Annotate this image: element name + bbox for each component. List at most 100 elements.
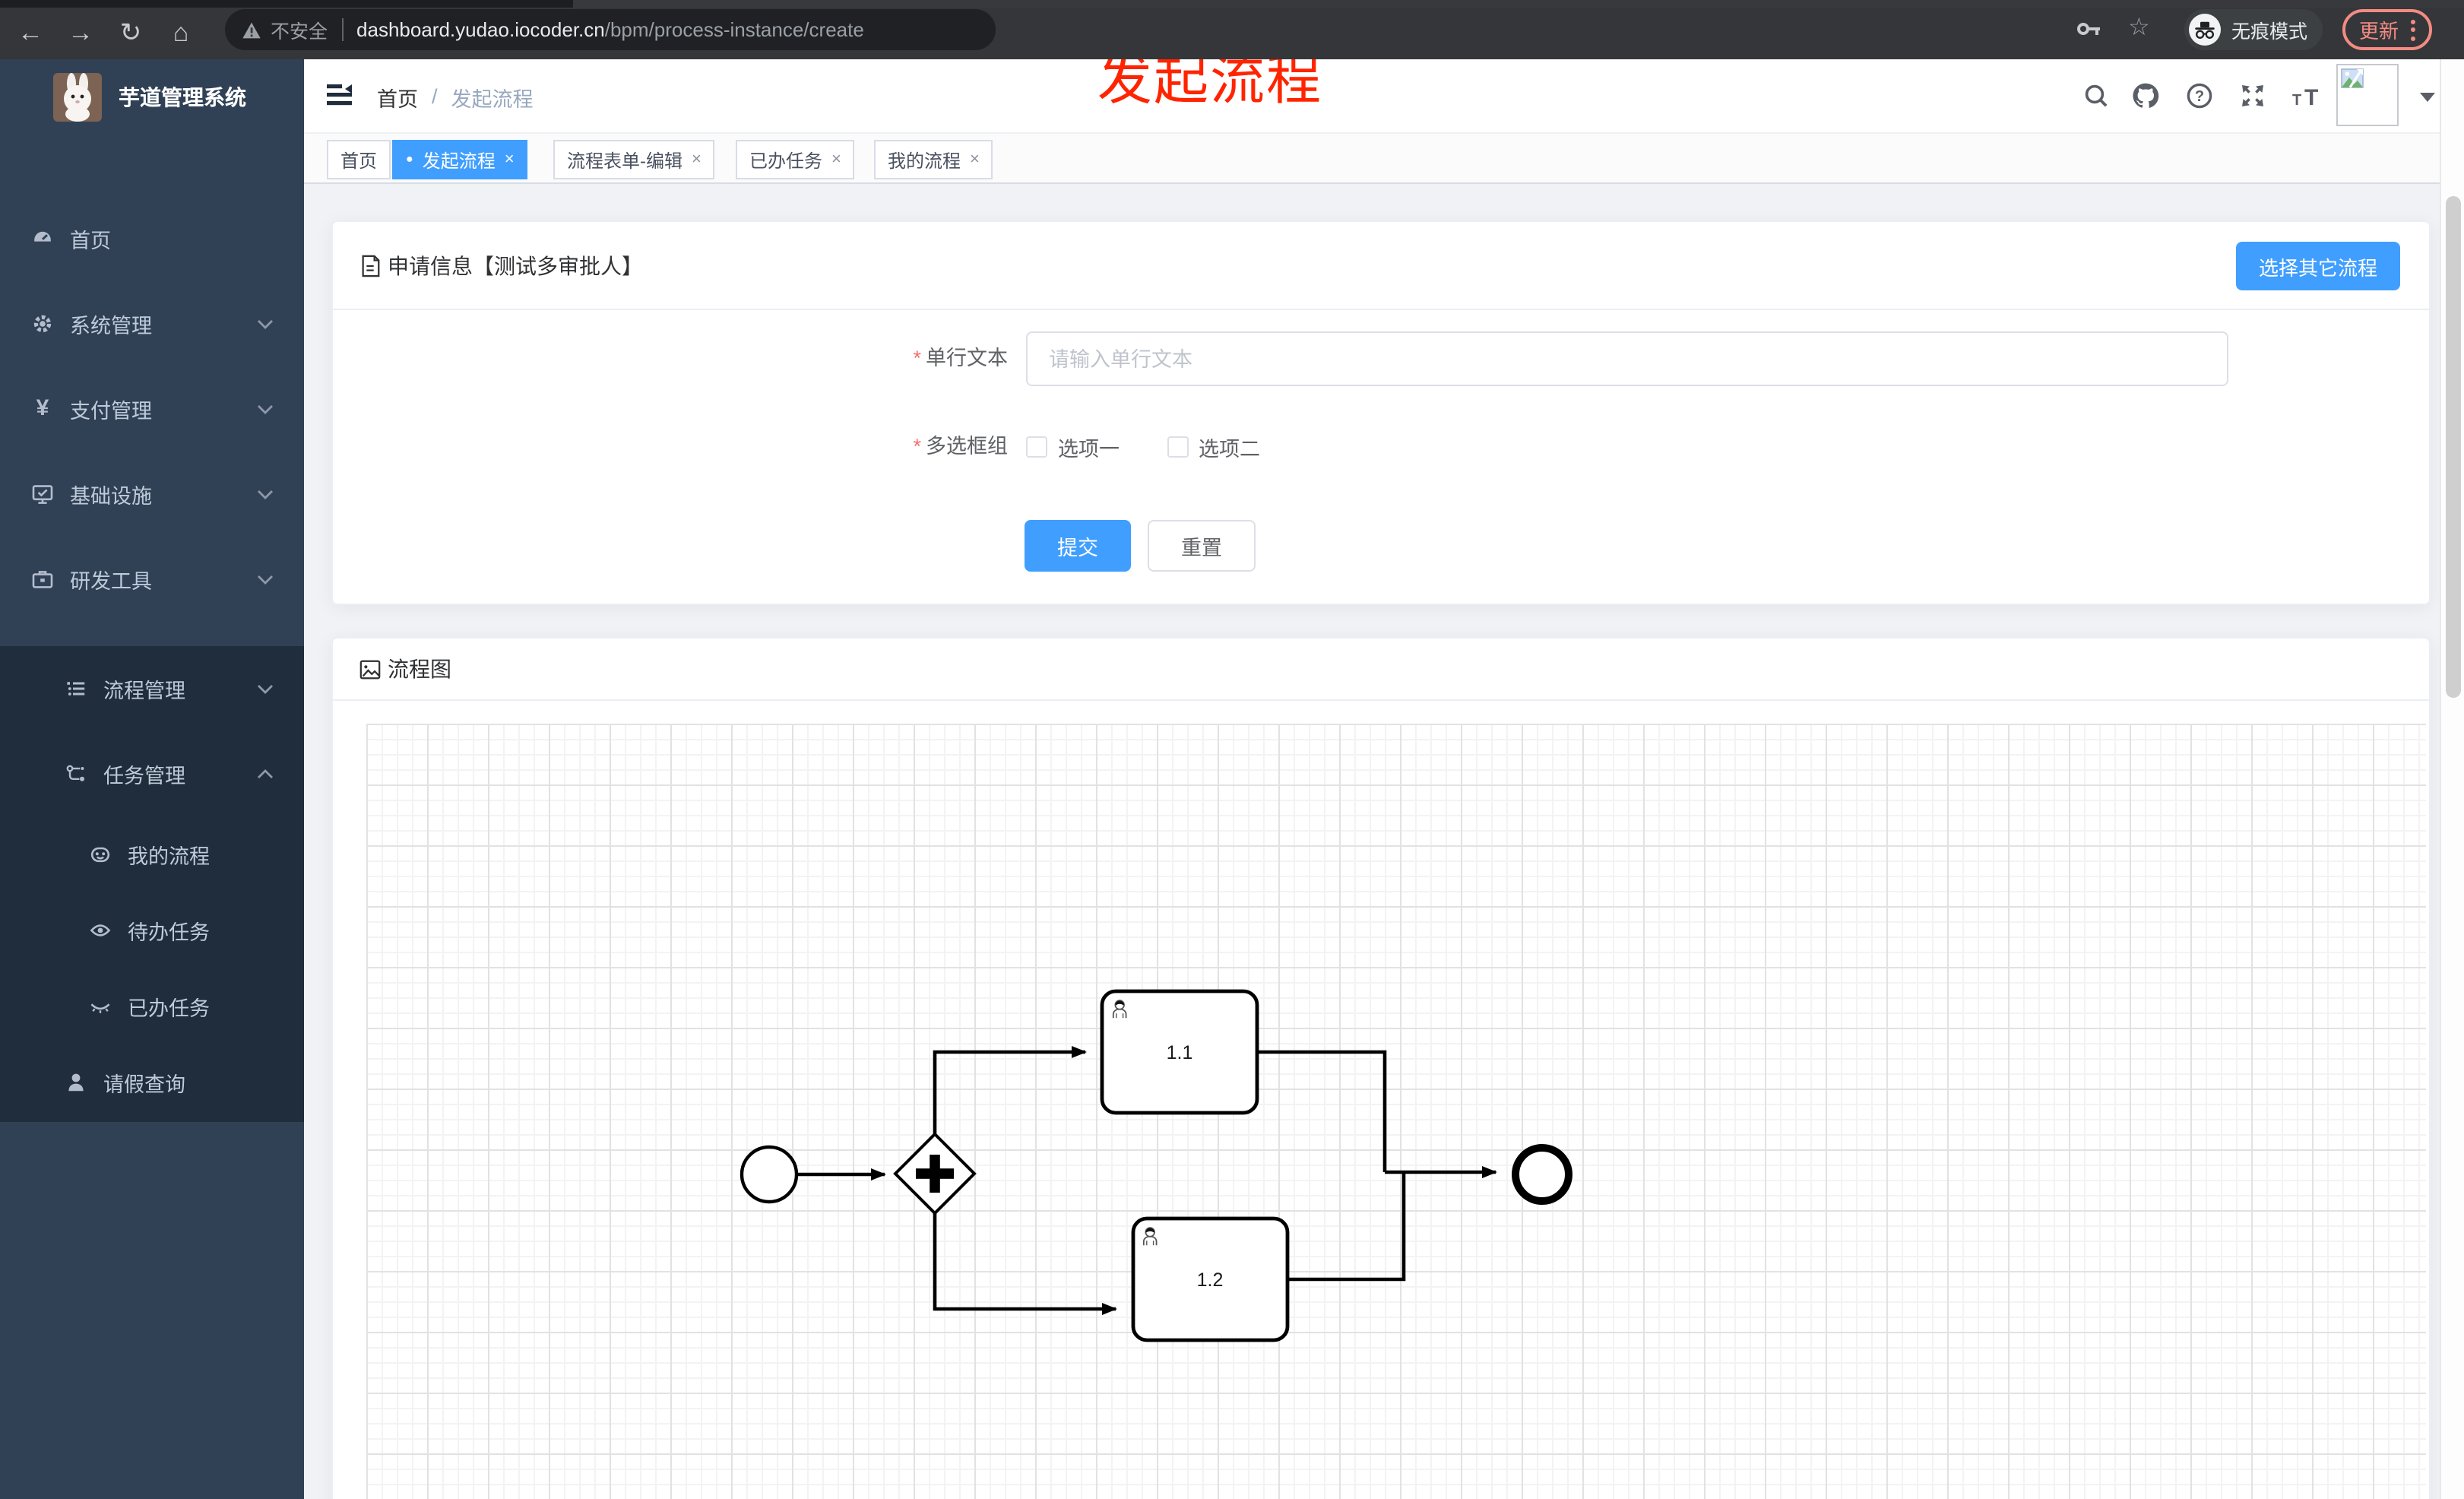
checkbox-label: 选项一 xyxy=(1058,438,1120,461)
breadcrumb-home[interactable]: 首页 xyxy=(377,81,418,112)
checkbox-option-2[interactable]: 选项二 xyxy=(1167,432,1260,462)
sidebar-item-todo-tasks[interactable]: 待办任务 xyxy=(0,892,304,968)
app-navbar: 首页 / 发起流程 ? TT xyxy=(304,59,2440,134)
checkbox-icon[interactable] xyxy=(1026,436,1047,458)
document-icon xyxy=(359,253,382,277)
eye-icon xyxy=(88,918,112,943)
active-dot-icon: ● xyxy=(406,152,413,166)
sidebar-item-home[interactable]: 首页 xyxy=(0,196,304,281)
user-task-2[interactable]: 1.2 xyxy=(1131,1216,1290,1342)
sidebar-item-label: 系统管理 xyxy=(70,315,152,338)
fullscreen-icon[interactable] xyxy=(2239,82,2266,109)
apply-info-card: 申请信息【测试多审批人】 选择其它流程 *单行文本 *多选框组 选项一 选项二 … xyxy=(331,220,2431,605)
tab-my-process[interactable]: 我的流程 × xyxy=(874,140,993,179)
close-icon[interactable]: × xyxy=(505,151,515,169)
tab-process-form-edit[interactable]: 流程表单-编辑 × xyxy=(553,140,715,179)
page: 发起流程 ← → ↻ ⌂ 不安全 dashboard.yudao.iocoder… xyxy=(0,0,2464,1499)
help-icon[interactable]: ? xyxy=(2186,82,2213,109)
close-icon[interactable]: × xyxy=(831,151,841,169)
field-label: 多选框组 xyxy=(926,435,1008,458)
close-icon[interactable]: × xyxy=(970,151,980,169)
end-event[interactable] xyxy=(1512,1144,1572,1205)
tab-label: 已办任务 xyxy=(749,150,823,171)
address-bar[interactable]: 不安全 dashboard.yudao.iocoder.cn/bpm/proce… xyxy=(225,9,996,50)
browser-update-button[interactable]: 更新 xyxy=(2342,9,2433,50)
sidebar-item-infrastructure[interactable]: 基础设施 xyxy=(0,452,304,537)
sidebar-item-label: 基础设施 xyxy=(70,485,152,508)
page-scrollbar[interactable] xyxy=(2440,59,2464,1499)
tab-home[interactable]: 首页 xyxy=(327,140,391,179)
logo-rabbit-image xyxy=(53,73,102,122)
sidebar-item-label: 首页 xyxy=(70,230,111,252)
tab-label: 我的流程 xyxy=(888,150,961,171)
flow-gateway-to-task2 xyxy=(933,1212,1117,1315)
svg-text:T: T xyxy=(2292,92,2301,108)
tab-start-process[interactable]: ● 发起流程 × xyxy=(392,140,528,179)
eye-closed-icon xyxy=(88,994,112,1019)
user-task-1[interactable]: 1.1 xyxy=(1100,989,1259,1115)
browser-home-button[interactable]: ⌂ xyxy=(166,18,196,49)
checkbox-option-1[interactable]: 选项一 xyxy=(1026,432,1120,462)
sidebar-item-label: 我的流程 xyxy=(128,845,210,868)
pipeline-icon xyxy=(64,762,88,786)
gear-icon xyxy=(30,312,55,336)
text-size-icon[interactable]: TT xyxy=(2292,84,2326,108)
tags-bar: 首页 ● 发起流程 × 流程表单-编辑 × 已办任务 × 我的流程 × xyxy=(304,134,2440,184)
start-event[interactable] xyxy=(740,1145,799,1204)
sidebar-collapse-icon[interactable] xyxy=(327,84,353,106)
task-label: 1.2 xyxy=(1197,1269,1224,1291)
reset-button[interactable]: 重置 xyxy=(1148,520,1256,572)
sidebar-item-system[interactable]: 系统管理 xyxy=(0,281,304,366)
parallel-gateway[interactable] xyxy=(893,1132,977,1215)
close-icon[interactable]: × xyxy=(692,151,702,169)
app-title: 芋道管理系统 xyxy=(119,85,246,109)
browser-forward-button[interactable]: → xyxy=(65,18,96,49)
list-icon xyxy=(64,677,88,701)
bpmn-canvas[interactable]: 1.1 1.2 xyxy=(366,724,2426,1499)
flow-task1-out xyxy=(1257,1050,1387,1172)
browser-reload-button[interactable]: ↻ xyxy=(116,18,146,49)
github-icon[interactable] xyxy=(2131,82,2160,109)
chevron-up-icon xyxy=(257,769,274,780)
url-path: /bpm/process-instance/create xyxy=(604,18,864,41)
submit-button[interactable]: 提交 xyxy=(1025,520,1131,572)
tab-done-tasks[interactable]: 已办任务 × xyxy=(736,140,855,179)
not-secure-label: 不安全 xyxy=(271,21,328,43)
chevron-down-icon xyxy=(257,404,274,415)
yen-icon: ¥ xyxy=(36,395,49,421)
diagram-card-header: 流程图 xyxy=(333,639,2429,701)
svg-text:?: ? xyxy=(2195,88,2204,105)
search-icon[interactable] xyxy=(2082,82,2110,109)
choose-other-process-button[interactable]: 选择其它流程 xyxy=(2235,242,2400,290)
url-divider xyxy=(341,18,344,41)
scrollbar-thumb[interactable] xyxy=(2446,196,2461,698)
single-line-text-input[interactable] xyxy=(1026,331,2228,386)
chevron-down-icon[interactable] xyxy=(2420,93,2435,102)
required-asterisk: * xyxy=(913,347,921,369)
breadcrumb-separator: / xyxy=(432,85,438,108)
field-label-checkbox-group: * 多选框组 xyxy=(713,435,1008,459)
incognito-badge: 无痕模式 xyxy=(2184,9,2323,50)
chevron-down-icon xyxy=(257,490,274,500)
app-logo[interactable]: 芋道管理系统 xyxy=(0,59,304,135)
incognito-label: 无痕模式 xyxy=(2231,21,2308,43)
tab-label: 首页 xyxy=(340,150,378,171)
bpmn-diagram: 1.1 1.2 xyxy=(740,989,1572,1342)
checkbox-icon[interactable] xyxy=(1167,436,1188,458)
password-key-icon[interactable] xyxy=(2076,18,2102,40)
apply-info-card-header: 申请信息【测试多审批人】 选择其它流程 xyxy=(333,222,2429,310)
sidebar-item-done-tasks[interactable]: 已办任务 xyxy=(0,968,304,1044)
bookmark-star-icon[interactable]: ☆ xyxy=(2128,12,2150,43)
svg-text:T: T xyxy=(2304,85,2318,108)
sidebar-item-leave-query[interactable]: 请假查询 xyxy=(0,1044,304,1120)
browser-back-button[interactable]: ← xyxy=(15,18,46,49)
browser-chrome: ← → ↻ ⌂ 不安全 dashboard.yudao.iocoder.cn/b… xyxy=(0,0,2464,59)
image-icon xyxy=(359,658,382,680)
sidebar-item-payment[interactable]: ¥ 支付管理 xyxy=(0,366,304,452)
avatar[interactable] xyxy=(2336,64,2399,126)
sidebar-item-my-process[interactable]: 我的流程 xyxy=(0,816,304,892)
sidebar: 芋道管理系统 首页 系统管理 ¥ 支付管理 基础设施 研发工具 流程管理 任务管… xyxy=(0,59,304,1499)
sidebar-item-task-mgmt[interactable]: 任务管理 xyxy=(0,731,304,816)
sidebar-item-process-mgmt[interactable]: 流程管理 xyxy=(0,646,304,731)
kebab-menu-icon[interactable] xyxy=(2411,19,2416,40)
